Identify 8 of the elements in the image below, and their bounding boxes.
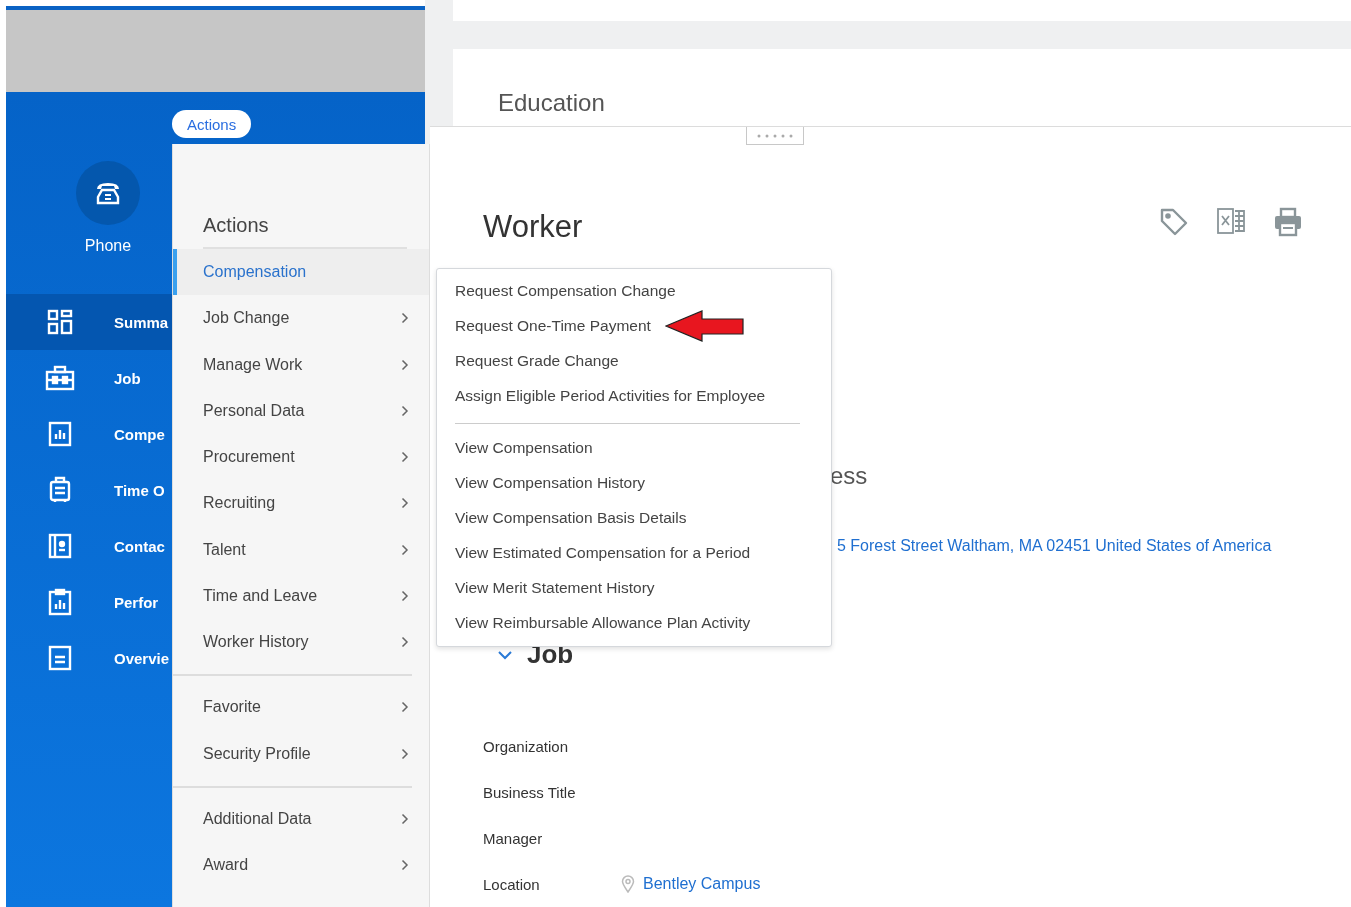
field-label: Business Title xyxy=(483,783,577,801)
field-label: Manager xyxy=(483,829,544,847)
section-heading: ess xyxy=(830,462,868,490)
field-label: Organization xyxy=(483,737,570,755)
phone-label: Phone xyxy=(84,237,132,255)
section-title: Education xyxy=(498,88,605,117)
card-title: Worker xyxy=(483,209,583,245)
field-label: Location xyxy=(483,875,541,893)
